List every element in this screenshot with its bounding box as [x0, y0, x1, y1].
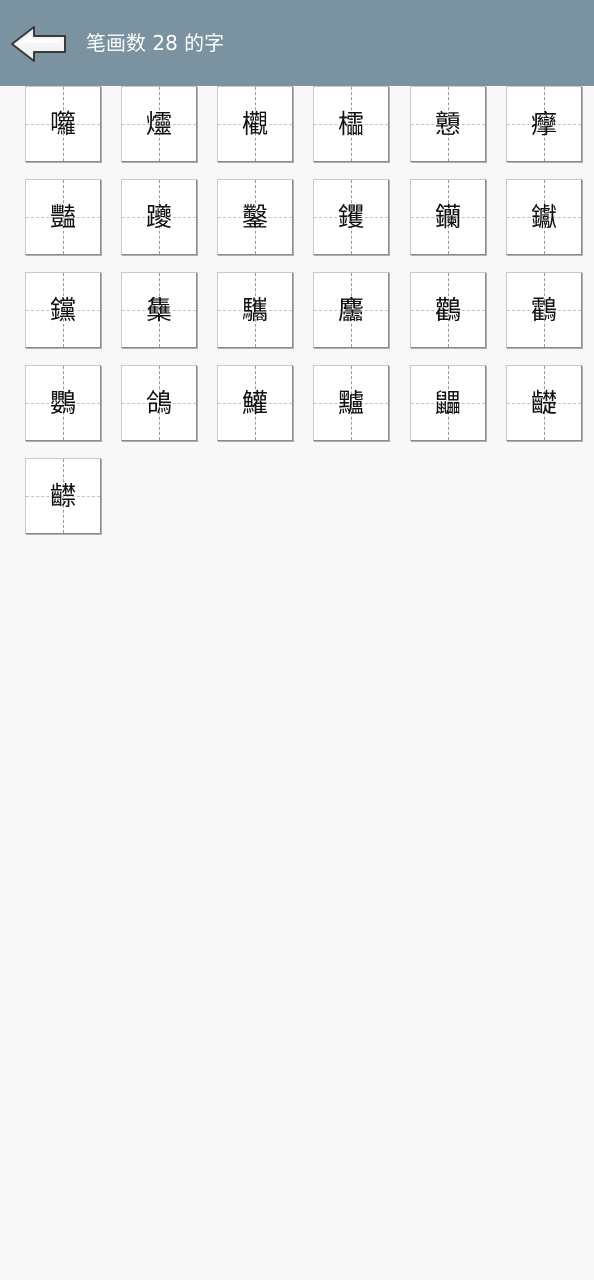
character-glyph: 鱹 [241, 389, 268, 419]
character-glyph: 钂 [49, 296, 76, 326]
character-glyph: 鸚 [49, 389, 76, 419]
character-glyph: 鴿 [145, 389, 172, 419]
character-cell[interactable]: 爧 [121, 86, 197, 162]
character-cell[interactable]: 鼺 [410, 365, 486, 441]
character-cell[interactable]: 豔 [25, 179, 101, 255]
back-button[interactable] [10, 24, 68, 64]
page-title: 笔画数 28 的字 [86, 31, 225, 55]
character-cell[interactable]: 欟 [217, 86, 293, 162]
character-glyph: 齽 [49, 482, 76, 512]
character-cell[interactable]: 齼 [506, 365, 582, 441]
app-header: 笔画数 28 的字 [0, 0, 594, 86]
character-glyph: 齼 [530, 389, 557, 419]
character-glyph: 躨 [145, 203, 172, 233]
character-cell[interactable]: 钀 [506, 179, 582, 255]
character-cell[interactable]: 钂 [25, 272, 101, 348]
character-glyph: 麢 [337, 296, 364, 326]
character-cell[interactable]: 鸚 [25, 365, 101, 441]
character-cell[interactable]: 戅 [410, 86, 486, 162]
character-cell[interactable]: 鱹 [217, 365, 293, 441]
character-cell[interactable]: 驨 [217, 272, 293, 348]
character-cell[interactable]: 雧 [121, 272, 197, 348]
character-glyph: 鼺 [434, 389, 461, 419]
character-glyph: 钄 [434, 203, 461, 233]
character-cell[interactable]: 鴿 [121, 365, 197, 441]
character-glyph: 鑿 [241, 203, 268, 233]
character-cell[interactable]: 躨 [121, 179, 197, 255]
character-glyph: 鸖 [530, 296, 557, 326]
character-glyph: 囖 [49, 110, 76, 140]
character-glyph: 钀 [530, 203, 557, 233]
character-glyph: 櫺 [337, 110, 364, 140]
character-cell[interactable]: 囖 [25, 86, 101, 162]
character-cell[interactable]: 鸖 [506, 272, 582, 348]
character-cell[interactable]: 鑿 [217, 179, 293, 255]
character-cell[interactable]: 癴 [506, 86, 582, 162]
character-cell[interactable]: 鸛 [410, 272, 486, 348]
character-glyph: 癴 [530, 110, 557, 140]
character-glyph: 戅 [434, 110, 461, 140]
character-glyph: 驨 [241, 296, 268, 326]
character-glyph: 鸛 [434, 296, 461, 326]
character-glyph: 钁 [337, 203, 364, 233]
character-glyph: 雧 [145, 296, 172, 326]
character-glyph: 欟 [241, 110, 268, 140]
character-glyph: 爧 [145, 110, 172, 140]
character-glyph: 黸 [337, 389, 364, 419]
character-cell[interactable]: 齽 [25, 458, 101, 534]
character-glyph: 豔 [49, 203, 76, 233]
character-cell[interactable]: 钁 [313, 179, 389, 255]
character-cell[interactable]: 櫺 [313, 86, 389, 162]
back-arrow-icon [11, 26, 66, 62]
character-cell[interactable]: 黸 [313, 365, 389, 441]
character-cell[interactable]: 钄 [410, 179, 486, 255]
character-cell[interactable]: 麢 [313, 272, 389, 348]
